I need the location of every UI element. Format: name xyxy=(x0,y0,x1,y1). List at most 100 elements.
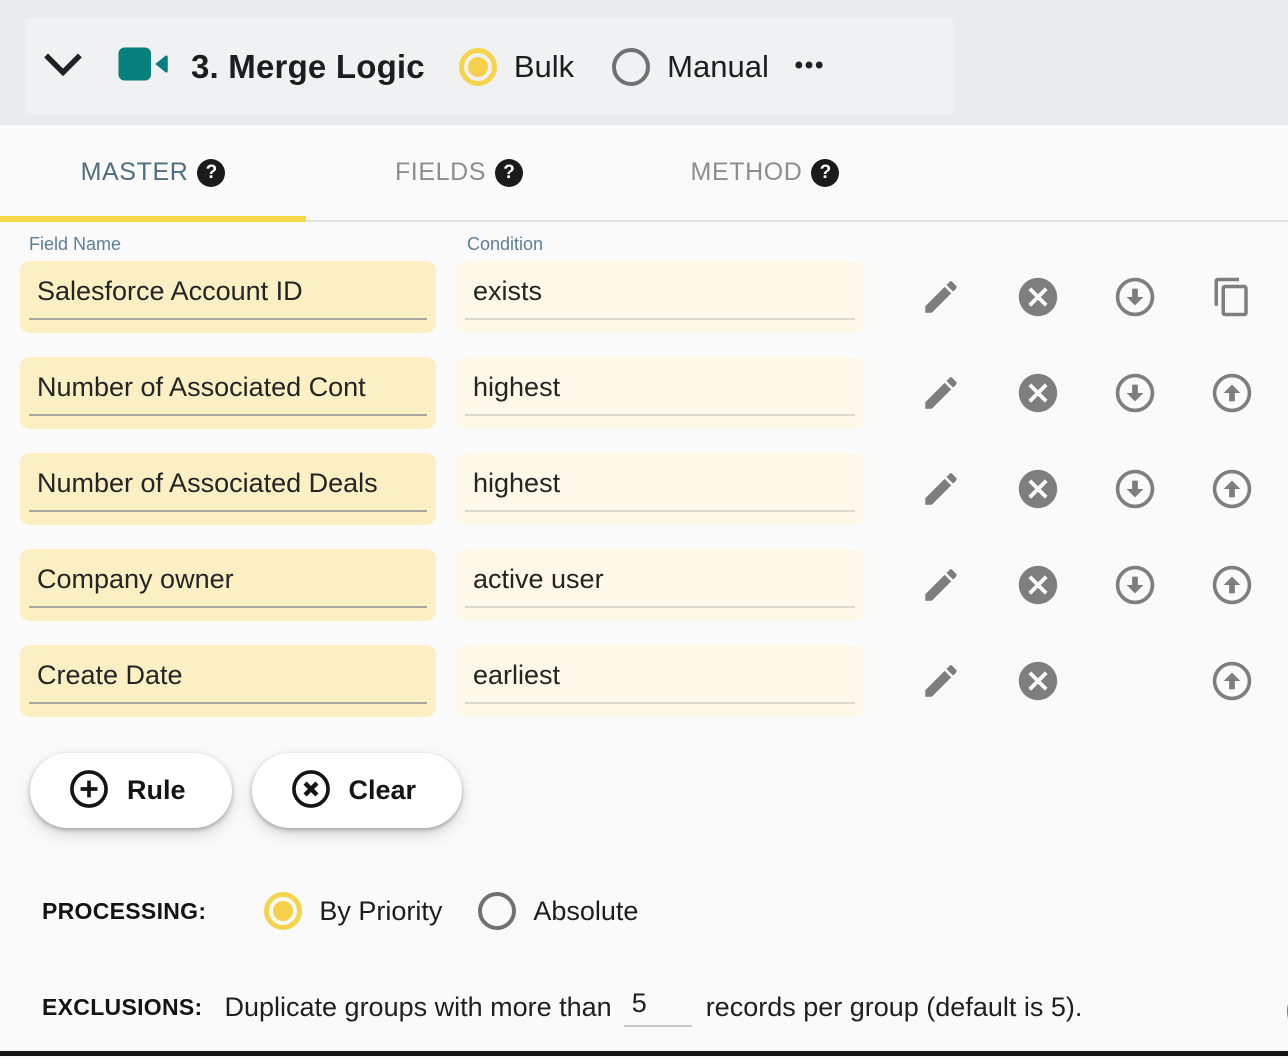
row-actions xyxy=(918,562,1255,608)
move-rule-down-button[interactable] xyxy=(1112,274,1158,320)
row-actions xyxy=(918,370,1255,416)
edit-rule-button[interactable] xyxy=(920,468,962,510)
absolute-label[interactable]: Absolute xyxy=(533,896,638,927)
field-name-input[interactable] xyxy=(20,645,436,717)
cancel-icon xyxy=(1015,466,1061,512)
condition-input[interactable] xyxy=(456,645,864,717)
add-rule-button[interactable]: Rule xyxy=(30,753,232,828)
rule-row xyxy=(20,549,1288,621)
tab-master[interactable]: MASTER ? xyxy=(0,125,306,220)
pencil-icon xyxy=(920,372,962,414)
cancel-icon xyxy=(1015,274,1061,320)
manual-radio[interactable] xyxy=(612,48,650,86)
field-name-value[interactable] xyxy=(20,549,436,621)
condition-value[interactable] xyxy=(456,453,864,525)
condition-input[interactable] xyxy=(456,261,864,333)
rule-row xyxy=(20,261,1288,333)
plus-circle-icon xyxy=(66,766,112,815)
delete-rule-button[interactable] xyxy=(1015,562,1061,608)
edit-rule-button[interactable] xyxy=(920,564,962,606)
delete-rule-button[interactable] xyxy=(1015,466,1061,512)
condition-value[interactable] xyxy=(456,549,864,621)
master-help-icon[interactable]: ? xyxy=(197,159,225,187)
row-actions xyxy=(918,466,1255,512)
processing-option-absolute: Absolute xyxy=(478,892,638,930)
arrow-up-circle-icon xyxy=(1209,658,1255,704)
bulk-radio[interactable] xyxy=(459,48,497,86)
header: 3. Merge Logic Bulk Manual xyxy=(25,18,953,115)
rule-row xyxy=(20,645,1288,717)
clear-rules-label: Clear xyxy=(349,775,417,806)
processing-option-by-priority: By Priority xyxy=(264,892,442,930)
delete-rule-button[interactable] xyxy=(1015,274,1061,320)
absolute-radio[interactable] xyxy=(478,892,516,930)
exclusions-text-after: records per group (default is 5). xyxy=(706,992,1083,1023)
condition-value[interactable] xyxy=(456,645,864,717)
cancel-icon xyxy=(1015,370,1061,416)
header-band: 3. Merge Logic Bulk Manual xyxy=(0,0,1288,125)
move-rule-up-button[interactable] xyxy=(1209,370,1255,416)
fields-help-icon[interactable]: ? xyxy=(495,159,523,187)
rule-row xyxy=(20,357,1288,429)
rule-actions: Rule Clear xyxy=(20,753,1288,828)
condition-input[interactable] xyxy=(456,549,864,621)
bottom-divider xyxy=(0,1051,1288,1056)
mode-option-manual: Manual xyxy=(612,48,769,86)
field-name-input[interactable] xyxy=(20,261,436,333)
exclusions-section: EXCLUSIONS: Duplicate groups with more t… xyxy=(20,988,1288,1027)
arrow-up-circle-icon xyxy=(1209,466,1255,512)
arrow-down-circle-icon xyxy=(1112,370,1158,416)
tab-bar: MASTER ? FIELDS ? METHOD ? xyxy=(0,125,1288,222)
duplicate-rule-button[interactable] xyxy=(1211,276,1253,318)
condition-input[interactable] xyxy=(456,357,864,429)
move-rule-up-button[interactable] xyxy=(1209,466,1255,512)
arrow-down-circle-icon xyxy=(1112,562,1158,608)
page-title: 3. Merge Logic xyxy=(191,48,425,86)
condition-value[interactable] xyxy=(456,261,864,333)
field-name-input[interactable] xyxy=(20,453,436,525)
arrow-down-circle-icon xyxy=(1112,274,1158,320)
field-name-input[interactable] xyxy=(20,357,436,429)
manual-radio-label[interactable]: Manual xyxy=(667,49,769,85)
rule-row xyxy=(20,453,1288,525)
condition-value[interactable] xyxy=(456,357,864,429)
videocam-icon xyxy=(89,34,173,99)
column-headers: Field Name Condition xyxy=(20,234,1288,255)
tab-fields[interactable]: FIELDS ? xyxy=(306,125,612,220)
tab-fields-label: FIELDS xyxy=(395,158,486,187)
delete-rule-button[interactable] xyxy=(1015,658,1061,704)
move-rule-up-button[interactable] xyxy=(1209,562,1255,608)
pencil-icon xyxy=(920,564,962,606)
move-rule-down-button[interactable] xyxy=(1112,466,1158,512)
master-tab-content: Field Name Condition xyxy=(0,234,1288,1027)
move-rule-down-button[interactable] xyxy=(1112,370,1158,416)
move-rule-down-button[interactable] xyxy=(1112,562,1158,608)
exclusions-threshold-input[interactable] xyxy=(624,988,692,1027)
clear-rules-button[interactable]: Clear xyxy=(252,753,463,828)
collapse-section-button[interactable] xyxy=(37,39,89,94)
field-name-value[interactable] xyxy=(20,357,436,429)
bulk-radio-label[interactable]: Bulk xyxy=(514,49,574,85)
method-help-icon[interactable]: ? xyxy=(811,159,839,187)
field-name-value[interactable] xyxy=(20,453,436,525)
by-priority-radio[interactable] xyxy=(264,892,302,930)
tab-method[interactable]: METHOD ? xyxy=(612,125,918,220)
tab-master-label: MASTER xyxy=(81,158,189,187)
delete-rule-button[interactable] xyxy=(1015,370,1061,416)
exclusions-text-before: Duplicate groups with more than xyxy=(224,992,611,1023)
pencil-icon xyxy=(920,660,962,702)
by-priority-label[interactable]: By Priority xyxy=(319,896,442,927)
field-name-input[interactable] xyxy=(20,549,436,621)
edit-rule-button[interactable] xyxy=(920,276,962,318)
move-rule-up-button[interactable] xyxy=(1209,658,1255,704)
edit-rule-button[interactable] xyxy=(920,660,962,702)
field-name-value[interactable] xyxy=(20,645,436,717)
processing-label: PROCESSING: xyxy=(42,898,206,925)
field-name-value[interactable] xyxy=(20,261,436,333)
condition-input[interactable] xyxy=(456,453,864,525)
chevron-down-icon xyxy=(37,39,89,94)
arrow-up-circle-icon xyxy=(1209,370,1255,416)
more-options-button[interactable] xyxy=(769,47,827,86)
condition-column-header: Condition xyxy=(456,234,543,255)
edit-rule-button[interactable] xyxy=(920,372,962,414)
